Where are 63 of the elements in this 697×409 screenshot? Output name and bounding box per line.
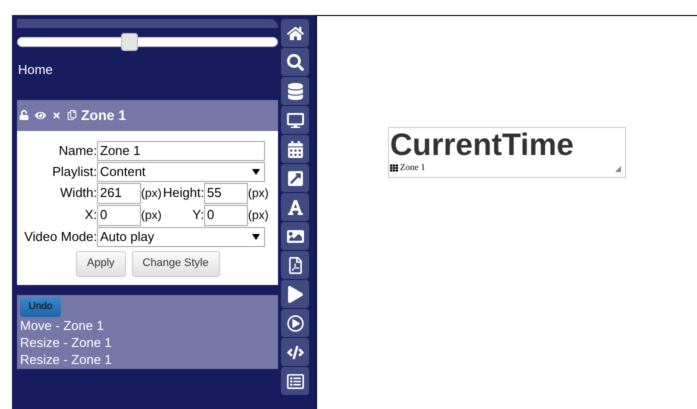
play-button[interactable] xyxy=(281,280,309,308)
code-icon xyxy=(286,344,304,360)
history-entry[interactable]: Move - Zone 1 xyxy=(20,316,275,334)
grid-icon xyxy=(390,164,398,172)
calendar-icon xyxy=(286,140,304,158)
input-field[interactable]: Zone 1 xyxy=(97,140,265,160)
field-label: Height: xyxy=(163,184,204,202)
calendar-button[interactable] xyxy=(281,135,309,163)
change-style-button[interactable]: Change Style xyxy=(132,250,220,276)
font-button[interactable] xyxy=(281,193,309,221)
select-field[interactable]: Auto play xyxy=(97,226,265,246)
zone-title: Zone 1 xyxy=(81,106,126,124)
code-button[interactable] xyxy=(281,338,309,366)
search-button[interactable] xyxy=(281,48,309,76)
slider-thumb[interactable] xyxy=(121,33,138,51)
close-icon[interactable] xyxy=(52,110,61,120)
field-label: X: xyxy=(84,206,97,224)
database-icon xyxy=(286,82,304,100)
input-field[interactable]: 0 xyxy=(204,204,248,226)
field-label: Playlist: xyxy=(51,162,97,181)
input-field[interactable]: 261 xyxy=(97,182,141,204)
widget-text: CurrentTime xyxy=(389,128,575,162)
undo-button[interactable]: Undo xyxy=(20,296,61,316)
field-label: Y: xyxy=(191,206,204,224)
monitor-button[interactable] xyxy=(281,106,309,134)
breadcrumb[interactable]: Home xyxy=(18,60,280,80)
monitor-icon xyxy=(286,112,304,128)
zone-label: Zone 1 xyxy=(400,162,426,173)
dropdown-caret-icon xyxy=(252,168,260,174)
image-button[interactable] xyxy=(281,222,309,250)
unit-label: (px) xyxy=(248,207,269,224)
play-circle-button[interactable] xyxy=(281,309,309,337)
font-icon xyxy=(286,198,304,216)
eye-icon[interactable] xyxy=(35,110,46,120)
external-link-icon xyxy=(286,170,304,186)
current-time-widget[interactable]: CurrentTime Zone 1 xyxy=(388,127,626,178)
resize-handle-icon[interactable] xyxy=(615,166,621,172)
pdf-file-icon xyxy=(286,256,304,274)
home-button[interactable] xyxy=(281,19,309,47)
lock-icon[interactable] xyxy=(19,110,29,120)
unit-label: (px) xyxy=(248,185,269,202)
dropdown-caret-icon xyxy=(252,234,260,240)
unit-label: (px) xyxy=(141,207,163,224)
home-icon xyxy=(286,24,304,42)
history-entry[interactable]: Resize - Zone 1 xyxy=(20,334,275,350)
image-icon xyxy=(286,228,304,244)
history-entry[interactable]: Resize - Zone 1 xyxy=(20,350,275,368)
list-button[interactable] xyxy=(281,367,309,395)
field-label: Name: xyxy=(58,142,97,160)
play-icon xyxy=(286,286,304,302)
search-icon xyxy=(286,54,304,70)
list-icon xyxy=(286,372,304,390)
select-field[interactable]: Content xyxy=(97,162,265,182)
database-button[interactable] xyxy=(281,77,309,105)
input-field[interactable]: 55 xyxy=(204,182,248,204)
apply-button[interactable]: Apply xyxy=(76,250,126,276)
unit-label: (px) xyxy=(141,185,163,202)
external-link-button[interactable] xyxy=(281,164,309,192)
field-label: Width: xyxy=(59,184,97,202)
input-field[interactable]: 0 xyxy=(97,204,141,226)
copy-icon[interactable] xyxy=(67,110,77,120)
pdf-file-button[interactable] xyxy=(281,251,309,279)
field-label: Video Mode: xyxy=(23,228,97,246)
